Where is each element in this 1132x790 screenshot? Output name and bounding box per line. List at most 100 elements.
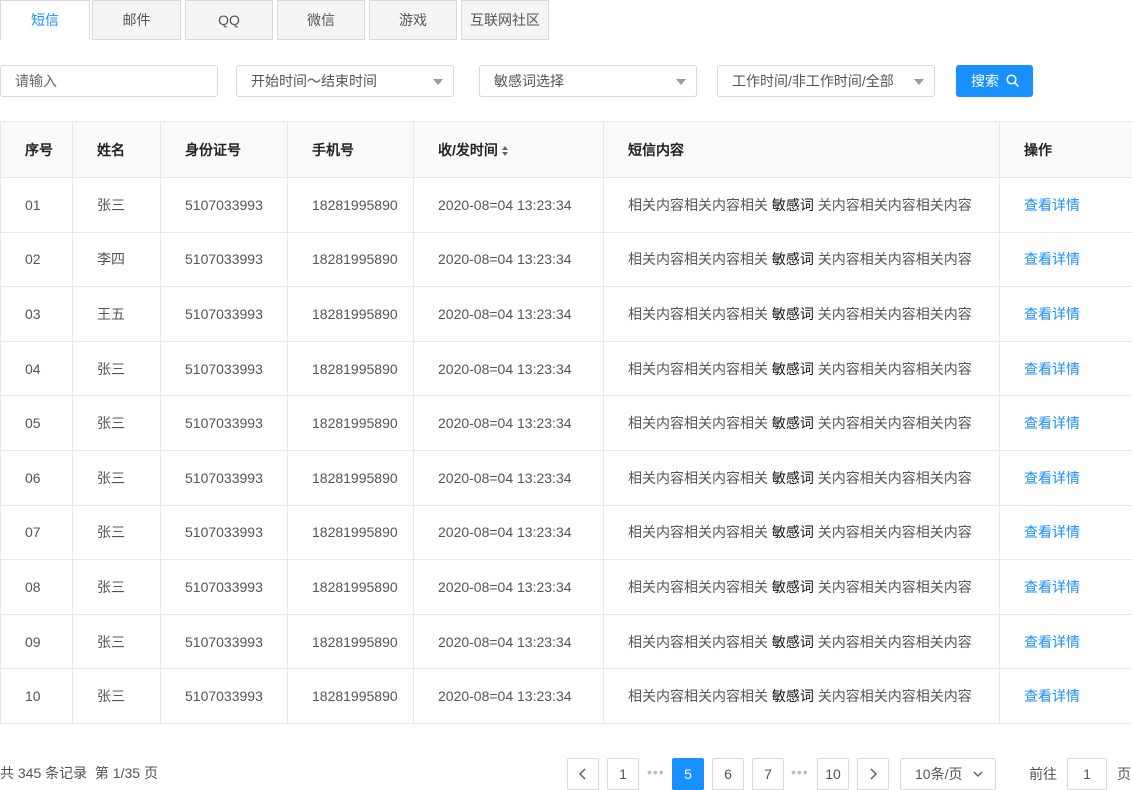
chevron-down-icon xyxy=(973,771,983,777)
view-details-link[interactable]: 查看详情 xyxy=(1024,415,1080,431)
header-time-label: 收/发时间 xyxy=(438,141,498,158)
row-id-number: 5107033993 xyxy=(160,559,288,615)
row-content: 相关内容相关内容相关 敏感词 关内容相关内容相关内容 xyxy=(603,286,1000,342)
content-after: 关内容相关内容相关内容 xyxy=(817,469,972,486)
content-after: 关内容相关内容相关内容 xyxy=(817,360,972,377)
sensitive-word: 敏感词 xyxy=(771,688,814,705)
content-after: 关内容相关内容相关内容 xyxy=(817,415,972,432)
tab-internet-community[interactable]: 互联网社区 xyxy=(461,0,549,40)
row-time: 2020-08=04 13:23:34 xyxy=(413,395,604,451)
content-after: 关内容相关内容相关内容 xyxy=(817,305,972,322)
caret-down-icon xyxy=(676,79,686,85)
content-before: 相关内容相关内容相关 xyxy=(628,360,768,377)
row-phone: 18281995890 xyxy=(287,286,414,342)
row-index: 08 xyxy=(0,559,73,615)
row-name: 李四 xyxy=(72,231,161,288)
tab-games[interactable]: 游戏 xyxy=(369,0,457,40)
row-index: 10 xyxy=(0,668,73,724)
view-details-link[interactable]: 查看详情 xyxy=(1024,524,1080,540)
tab-email[interactable]: 邮件 xyxy=(92,0,181,40)
view-details-link[interactable]: 查看详情 xyxy=(1024,688,1080,704)
row-name: 张三 xyxy=(72,340,161,397)
table-row: 03 王五 5107033993 18281995890 2020-08=04 13:2… xyxy=(0,286,1132,342)
next-page-button[interactable] xyxy=(857,758,889,790)
sort-icon[interactable] xyxy=(501,145,510,156)
row-action: 查看详情 xyxy=(999,559,1132,615)
record-summary: 共 345 条记录 第 1/35 页 xyxy=(0,765,158,781)
keyword-input[interactable] xyxy=(15,67,205,95)
row-time: 2020-08=04 13:23:34 xyxy=(413,449,604,506)
page-6[interactable]: 6 xyxy=(712,758,744,790)
search-button[interactable]: 搜索 xyxy=(956,65,1033,97)
row-content: 相关内容相关内容相关 敏感词 关内容相关内容相关内容 xyxy=(603,504,1000,561)
page-ellipsis-right[interactable]: ••• xyxy=(791,758,809,790)
work-time-select[interactable]: 工作时间/非工作时间/全部 xyxy=(717,65,935,97)
view-details-link[interactable]: 查看详情 xyxy=(1024,306,1080,322)
table-row: 09 张三 5107033993 18281995890 2020-08=04 13:2… xyxy=(0,613,1132,670)
row-phone: 18281995890 xyxy=(287,668,414,724)
row-index: 02 xyxy=(0,231,73,288)
header-time[interactable]: 收/发时间 xyxy=(413,121,604,178)
keyword-field[interactable] xyxy=(0,65,218,97)
row-action: 查看详情 xyxy=(999,177,1132,233)
page-7[interactable]: 7 xyxy=(752,758,784,790)
goto-suffix: 页 xyxy=(1117,766,1131,782)
row-phone: 18281995890 xyxy=(287,177,414,233)
caret-down-icon xyxy=(433,79,443,85)
row-content: 相关内容相关内容相关 敏感词 关内容相关内容相关内容 xyxy=(603,449,1000,506)
view-details-link[interactable]: 查看详情 xyxy=(1024,361,1080,377)
page-5-current[interactable]: 5 xyxy=(672,758,704,790)
header-index: 序号 xyxy=(0,121,73,178)
sms-records-table: 序号 姓名 身份证号 手机号 收/发时间 短信内容 操作 01 张三 5107033… xyxy=(0,121,1132,724)
row-phone: 18281995890 xyxy=(287,340,414,397)
row-id-number: 5107033993 xyxy=(160,177,288,233)
caret-down-icon xyxy=(914,79,924,85)
view-details-link[interactable]: 查看详情 xyxy=(1024,634,1080,650)
row-phone: 18281995890 xyxy=(287,449,414,506)
tab-sms[interactable]: 短信 xyxy=(0,0,90,40)
tab-wechat[interactable]: 微信 xyxy=(277,0,365,40)
row-content: 相关内容相关内容相关 敏感词 关内容相关内容相关内容 xyxy=(603,395,1000,451)
content-after: 关内容相关内容相关内容 xyxy=(817,578,972,595)
content-before: 相关内容相关内容相关 xyxy=(628,251,768,268)
row-index: 05 xyxy=(0,395,73,451)
row-action: 查看详情 xyxy=(999,613,1132,670)
search-icon xyxy=(1006,74,1019,87)
row-content: 相关内容相关内容相关 敏感词 关内容相关内容相关内容 xyxy=(603,668,1000,724)
sensitive-word: 敏感词 xyxy=(771,469,814,486)
content-after: 关内容相关内容相关内容 xyxy=(817,633,972,650)
content-after: 关内容相关内容相关内容 xyxy=(817,688,972,705)
goto-page-input[interactable]: 1 xyxy=(1067,758,1107,790)
row-phone: 18281995890 xyxy=(287,231,414,288)
row-index: 06 xyxy=(0,449,73,506)
row-action: 查看详情 xyxy=(999,449,1132,506)
page-size-select[interactable]: 10条/页 xyxy=(900,758,996,790)
table-row: 08 张三 5107033993 18281995890 2020-08=04 13:2… xyxy=(0,559,1132,615)
page-1[interactable]: 1 xyxy=(607,758,639,790)
page-ellipsis-left[interactable]: ••• xyxy=(647,758,665,790)
time-range-select[interactable]: 开始时间～结束时间 xyxy=(236,65,454,97)
view-details-link[interactable]: 查看详情 xyxy=(1024,251,1080,267)
page-10[interactable]: 10 xyxy=(817,758,849,790)
prev-page-button[interactable] xyxy=(567,758,599,790)
row-action: 查看详情 xyxy=(999,286,1132,342)
row-id-number: 5107033993 xyxy=(160,668,288,724)
view-details-link[interactable]: 查看详情 xyxy=(1024,579,1080,595)
table-row: 07 张三 5107033993 18281995890 2020-08=04 13:2… xyxy=(0,504,1132,561)
row-action: 查看详情 xyxy=(999,668,1132,724)
tab-qq[interactable]: QQ xyxy=(185,0,273,40)
row-name: 张三 xyxy=(72,559,161,615)
sensitive-word-select[interactable]: 敏感词选择 xyxy=(479,65,697,97)
row-name: 张三 xyxy=(72,613,161,670)
sensitive-word: 敏感词 xyxy=(771,305,814,322)
row-action: 查看详情 xyxy=(999,395,1132,451)
view-details-link[interactable]: 查看详情 xyxy=(1024,470,1080,486)
header-phone: 手机号 xyxy=(287,121,414,178)
sensitive-word: 敏感词 xyxy=(771,196,814,213)
row-action: 查看详情 xyxy=(999,340,1132,397)
chevron-left-icon xyxy=(579,768,586,780)
view-details-link[interactable]: 查看详情 xyxy=(1024,197,1080,213)
row-action: 查看详情 xyxy=(999,231,1132,288)
content-before: 相关内容相关内容相关 xyxy=(628,469,768,486)
row-id-number: 5107033993 xyxy=(160,340,288,397)
